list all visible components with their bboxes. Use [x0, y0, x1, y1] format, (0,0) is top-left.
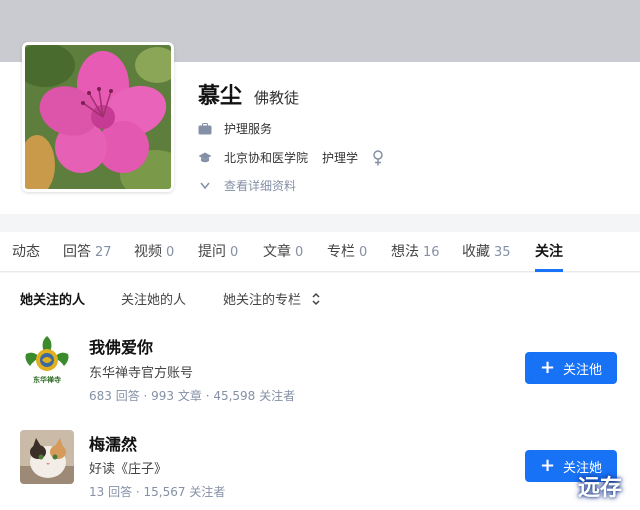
user-name[interactable]: 我佛爱你	[89, 334, 153, 358]
tab-columns[interactable]: 专栏 0	[327, 241, 367, 261]
subtab-followed-columns[interactable]: 她关注的专栏	[223, 289, 321, 308]
user-stats: 683 回答 · 993 文章 · 45,598 关注者	[89, 389, 296, 403]
cat-photo-image	[20, 430, 74, 484]
list-item: 梅濡然 好读《庄子》 13 回答 · 15,567 关注者 + 关注她	[0, 425, 640, 505]
user-name[interactable]: 梅濡然	[89, 431, 137, 455]
user-avatar[interactable]: 东华禅寺	[20, 332, 74, 386]
tab-collections[interactable]: 收藏 35	[462, 241, 511, 261]
chevron-down-icon	[200, 182, 210, 189]
profile-major: 护理学	[322, 151, 359, 165]
plus-icon: +	[539, 455, 556, 476]
tab-articles[interactable]: 文章 0	[263, 241, 303, 261]
follow-button-label: 关注他	[563, 362, 603, 378]
profile-tabs: 动态 回答 27 视频 0 提问 0 文章 0 专栏 0 想法 16 收藏 35 关注	[0, 232, 640, 272]
briefcase-icon	[198, 122, 212, 134]
profile-name: 慕尘	[198, 84, 243, 109]
plus-icon: +	[539, 357, 556, 378]
profile-page: 慕尘 佛教徒 护理服务 北京协和医学院 护理学 查看详细资料 动态 回答27	[0, 0, 640, 510]
view-details-label: 查看详细资料	[224, 179, 297, 193]
tab-activity[interactable]: 动态	[12, 241, 40, 261]
profile-school: 北京协和医学院	[224, 151, 309, 165]
user-bio: 东华禅寺官方账号	[89, 366, 194, 381]
tab-following[interactable]: 关注	[535, 241, 563, 272]
profile-job: 护理服务	[224, 122, 273, 136]
female-icon	[373, 149, 383, 165]
user-stats: 13 回答 · 15,567 关注者	[89, 485, 226, 499]
azalea-flower-image	[25, 45, 171, 189]
profile-education-row: 北京协和医学院 护理学	[198, 149, 384, 166]
sort-toggle-icon	[312, 292, 320, 305]
tab-questions[interactable]: 提问 0	[198, 241, 238, 261]
following-panel: 她关注的人 关注她的人 她关注的专栏 东华禅寺 我佛爱你 东华禅寺官方账号 68…	[0, 273, 640, 510]
temple-logo-icon: 东华禅寺	[25, 336, 69, 384]
profile-avatar[interactable]	[22, 42, 174, 192]
follow-button[interactable]: + 关注他	[525, 352, 617, 384]
user-avatar[interactable]	[20, 430, 74, 484]
user-bio: 好读《庄子》	[89, 462, 168, 477]
subtab-she-follows[interactable]: 她关注的人	[20, 289, 85, 308]
profile-job-row: 护理服务	[198, 120, 272, 137]
tab-answers[interactable]: 回答 27	[63, 241, 112, 261]
watermark: 远存	[577, 476, 622, 501]
list-item: 东华禅寺 我佛爱你 东华禅寺官方账号 683 回答 · 993 文章 · 45,…	[0, 328, 640, 408]
view-details-link[interactable]: 查看详细资料	[198, 177, 296, 194]
profile-headline: 佛教徒	[254, 89, 300, 107]
tab-thoughts[interactable]: 想法 16	[391, 241, 440, 261]
subtab-followed-columns-label: 她关注的专栏	[223, 293, 302, 308]
graduation-cap-icon	[198, 152, 212, 162]
tab-videos[interactable]: 视频 0	[134, 241, 174, 261]
subtab-followers[interactable]: 关注她的人	[121, 289, 186, 308]
svg-text:东华禅寺: 东华禅寺	[33, 375, 61, 384]
